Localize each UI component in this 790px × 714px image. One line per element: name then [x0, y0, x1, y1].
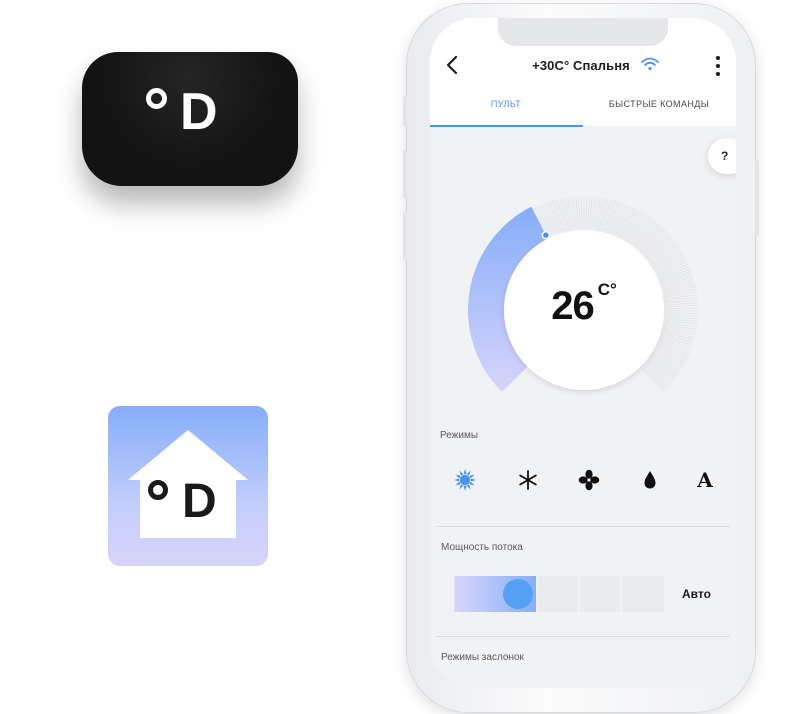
snowflake-icon[interactable]	[514, 466, 542, 494]
modes-row: A	[440, 466, 730, 494]
page-title-text: +30C° Спальня	[532, 58, 630, 73]
help-label: ?	[721, 149, 729, 163]
wifi-icon	[641, 57, 659, 71]
logo-degree-ring	[146, 88, 167, 109]
fan-icon[interactable]	[575, 466, 603, 494]
dial-tick	[645, 363, 671, 386]
phone-notch	[498, 18, 668, 46]
device-logo: D	[146, 80, 236, 140]
active-tab-indicator	[430, 125, 583, 127]
sun-ray	[466, 470, 471, 476]
tab-remote[interactable]: ПУЛЬТ	[430, 99, 582, 109]
sun-ray	[454, 478, 460, 482]
sun-ray	[469, 481, 475, 486]
sun-ray	[463, 469, 467, 475]
flow-segment[interactable]	[622, 576, 664, 612]
divider	[436, 636, 730, 637]
dial-tick	[580, 196, 583, 229]
logo-degree-ring	[148, 480, 168, 500]
flow-value-label: Авто	[682, 587, 711, 601]
sun-ray	[469, 474, 475, 479]
device-body: D	[82, 52, 298, 186]
flow-power-slider[interactable]	[454, 576, 664, 612]
flow-segment[interactable]	[580, 576, 620, 612]
page-title: +30C° Спальня	[430, 58, 736, 73]
thermostat-dial[interactable]: 26 C°	[466, 192, 702, 428]
logo-letter: D	[182, 475, 217, 528]
help-button[interactable]: ?	[708, 138, 736, 174]
dampers-label: Режимы заслонок	[441, 652, 524, 663]
app-icon: D	[108, 406, 268, 566]
flow-segment[interactable]	[538, 576, 578, 612]
phone-side-button	[403, 150, 407, 198]
dial-tick	[578, 196, 581, 229]
sun-ray	[470, 478, 476, 482]
dial-tick	[661, 336, 692, 349]
flow-label: Мощность потока	[441, 542, 523, 553]
auto-icon[interactable]: A	[691, 466, 719, 494]
temperature-readout: 26 C°	[466, 280, 702, 329]
modes-label: Режимы	[440, 430, 479, 441]
sun-ray	[455, 481, 461, 486]
sun-icon[interactable]	[451, 466, 479, 494]
drop-icon[interactable]	[636, 466, 664, 494]
sun-ray	[466, 484, 471, 490]
flow-slider-thumb[interactable]	[503, 579, 533, 609]
temperature-unit: C°	[597, 280, 617, 299]
sun-ray	[459, 484, 464, 490]
dial-tick	[644, 364, 669, 388]
phone-side-button	[403, 212, 407, 260]
sun-ray	[459, 470, 464, 476]
phone-side-button	[755, 160, 759, 236]
more-vertical-icon[interactable]	[714, 54, 722, 78]
dial-tick	[610, 201, 622, 233]
smart-device: D	[82, 52, 300, 186]
dial-knob[interactable]	[541, 230, 551, 240]
app-screen: +30C° Спальня ПУЛЬТ БЫСТРЫЕ КОМАНДЫ ? 26…	[430, 18, 736, 688]
divider	[436, 526, 730, 527]
dial-tick	[546, 201, 558, 233]
sun-ray	[463, 485, 467, 491]
tab-quick-commands[interactable]: БЫСТРЫЕ КОМАНДЫ	[582, 99, 736, 109]
app-header: +30C° Спальня ПУЛЬТ БЫСТРЫЕ КОМАНДЫ	[430, 18, 736, 127]
dial-tick	[646, 361, 673, 384]
logo-letter: D	[180, 83, 218, 141]
dial-tick	[585, 196, 588, 229]
dial-tick	[587, 196, 590, 229]
phone-side-button	[403, 96, 407, 126]
sun-ray	[455, 474, 461, 479]
temperature-value: 26	[551, 284, 594, 328]
